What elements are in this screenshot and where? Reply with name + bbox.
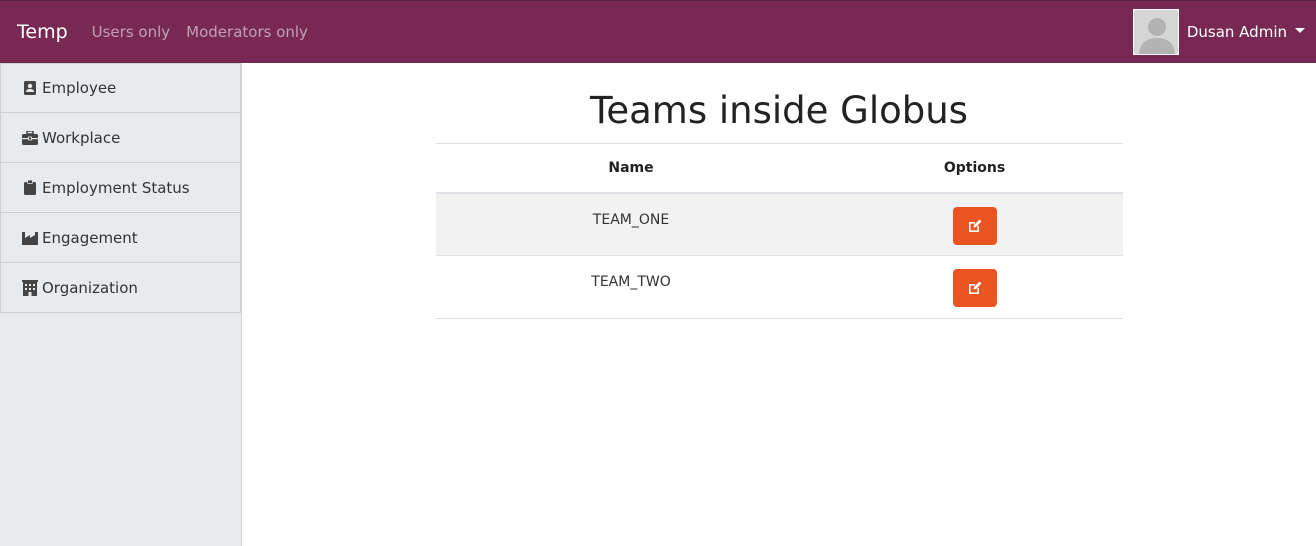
edit-icon <box>968 281 981 294</box>
sidebar-item-workplace[interactable]: Workplace <box>0 113 241 163</box>
sidebar-item-employment-status[interactable]: Employment Status <box>0 163 241 213</box>
brand-link[interactable]: Temp <box>17 21 68 43</box>
sidebar-item-engagement[interactable]: Engagement <box>0 213 241 263</box>
sidebar-item-label: Organization <box>42 278 138 297</box>
table-row: TEAM_TWO <box>436 255 1123 319</box>
page-title: Teams inside Globus <box>590 89 968 132</box>
sidebar-item-label: Workplace <box>42 128 121 147</box>
nav-link-moderators-only[interactable]: Moderators only <box>186 23 308 41</box>
column-header-name: Name <box>436 143 826 194</box>
clipboard-icon <box>22 180 38 196</box>
edit-team-one-button[interactable] <box>952 206 997 245</box>
column-header-options: Options <box>826 143 1123 194</box>
sidebar-item-label: Employee <box>42 79 117 97</box>
sidebar: Employee Workplace Employment Status Eng… <box>0 63 242 546</box>
options-cell <box>826 192 1123 256</box>
building-icon <box>22 279 38 296</box>
sidebar-item-employee[interactable]: Employee <box>0 63 241 113</box>
team-name-cell: TEAM_ONE <box>436 192 826 256</box>
caret-down-icon <box>1295 27 1305 33</box>
team-name-cell: TEAM_TWO <box>436 255 826 319</box>
industry-icon <box>22 230 38 246</box>
sidebar-item-organization[interactable]: Organization <box>0 263 241 313</box>
edit-team-two-button[interactable] <box>952 269 997 307</box>
user-name: Dusan Admin <box>1186 23 1287 41</box>
teams-table: Name Options TEAM_ONE TEAM_TWO <box>436 143 1123 319</box>
nav-link-users-only[interactable]: Users only <box>92 23 171 41</box>
id-card-icon <box>22 80 38 96</box>
user-menu-dropdown[interactable]: Dusan Admin <box>1132 9 1305 55</box>
user-silhouette-icon <box>1133 10 1178 54</box>
top-navbar: Temp Users only Moderators only Dusan Ad… <box>0 0 1316 63</box>
main-content: Teams inside Globus Name Options TEAM_ON… <box>242 63 1316 546</box>
briefcase-icon <box>22 130 38 146</box>
avatar <box>1132 9 1179 55</box>
sidebar-item-label: Employment Status <box>42 178 190 197</box>
edit-icon <box>968 219 981 232</box>
options-cell <box>826 255 1123 319</box>
table-header-row: Name Options <box>436 143 1123 194</box>
sidebar-item-label: Engagement <box>42 228 138 247</box>
table-row: TEAM_ONE <box>436 192 1123 256</box>
